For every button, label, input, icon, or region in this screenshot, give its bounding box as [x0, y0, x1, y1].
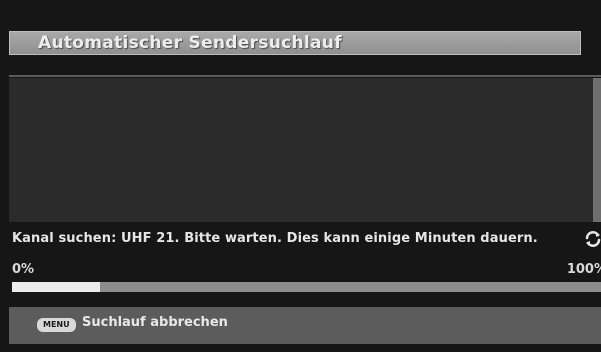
menu-key-badge[interactable]: MENU	[37, 318, 76, 332]
refresh-icon	[585, 231, 601, 247]
page-title: Automatischer Sendersuchlauf	[38, 33, 342, 53]
channel-list-area	[9, 78, 593, 222]
progress-start-label: 0%	[12, 262, 35, 277]
scrollbar[interactable]	[593, 78, 601, 222]
scan-status-text: Kanal suchen: UHF 21. Bitte warten. Dies…	[12, 231, 538, 246]
scan-progress-bar	[12, 282, 601, 292]
progress-end-label: 100%	[566, 262, 601, 277]
cancel-scan-label[interactable]: Suchlauf abbrechen	[82, 315, 228, 330]
divider	[9, 75, 601, 77]
footer-bar: MENU Suchlauf abbrechen	[9, 307, 601, 344]
scan-progress-fill	[12, 282, 101, 292]
tv-screen: Automatischer Sendersuchlauf Kanal suche…	[0, 0, 601, 352]
title-bar: Automatischer Sendersuchlauf	[9, 31, 581, 55]
